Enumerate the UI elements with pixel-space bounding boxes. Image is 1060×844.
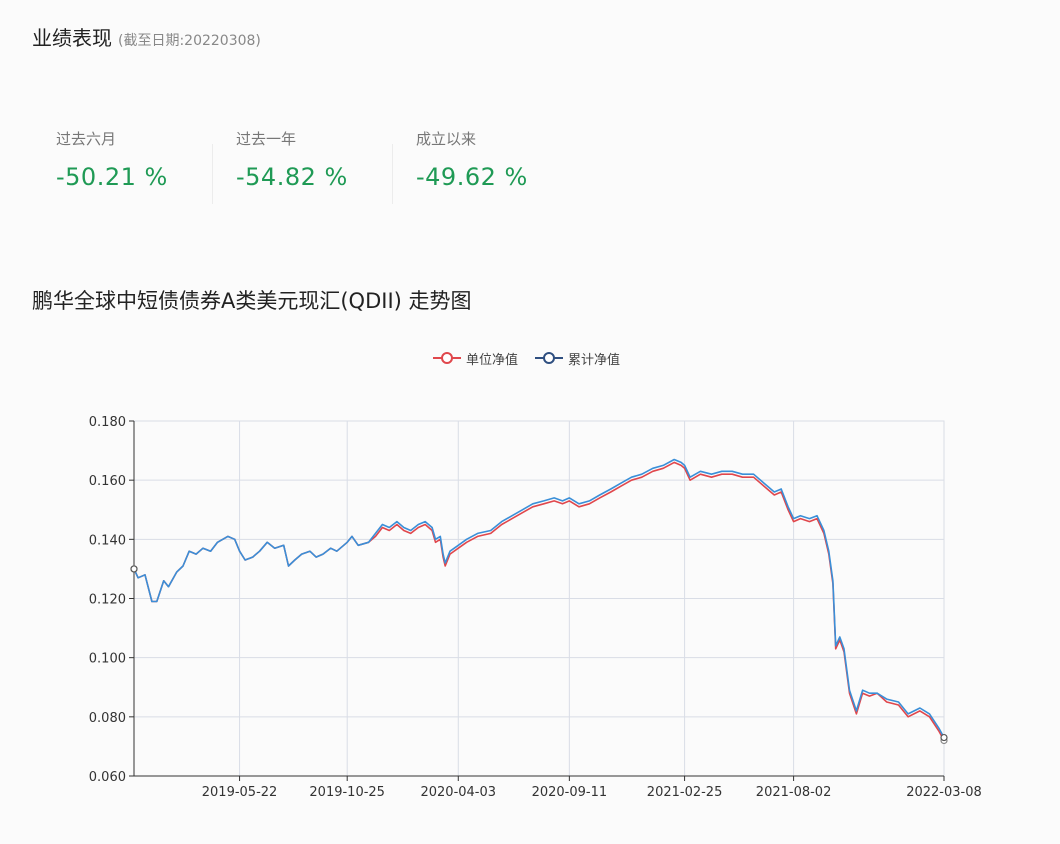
x-tick-label: 2022-03-08: [906, 785, 982, 800]
x-tick-label: 2021-08-02: [756, 785, 832, 800]
x-tick-label: 2019-10-25: [309, 785, 385, 800]
y-tick-label: 0.140: [89, 533, 126, 548]
chart-grid: [133, 420, 945, 777]
y-tick-label: 0.100: [89, 652, 126, 667]
series-line-unit-nav: [133, 461, 945, 741]
x-axis: 2019-05-22 2019-10-25 2020-04-03 2020-09-11…: [134, 775, 982, 800]
chart-series: [130, 458, 948, 745]
y-tick-label: 0.060: [89, 770, 126, 785]
nav-line-chart: 0.180 0.160 0.140 0.120 0.100 0.080 0.060 2019…: [89, 415, 982, 800]
x-tick-label: 2019-05-22: [202, 785, 278, 800]
x-tick-label: 2020-09-11: [532, 785, 608, 800]
y-axis: 0.180 0.160 0.140 0.120 0.100 0.080 0.060: [89, 415, 135, 785]
y-tick-label: 0.160: [89, 474, 126, 489]
start-point-marker: [130, 565, 138, 573]
y-tick-label: 0.180: [89, 415, 126, 430]
y-tick-label: 0.120: [89, 593, 126, 608]
y-tick-label: 0.080: [89, 711, 126, 726]
end-point-marker: [940, 733, 948, 742]
x-tick-label: 2020-04-03: [420, 785, 496, 800]
x-tick-label: 2021-02-25: [647, 785, 723, 800]
